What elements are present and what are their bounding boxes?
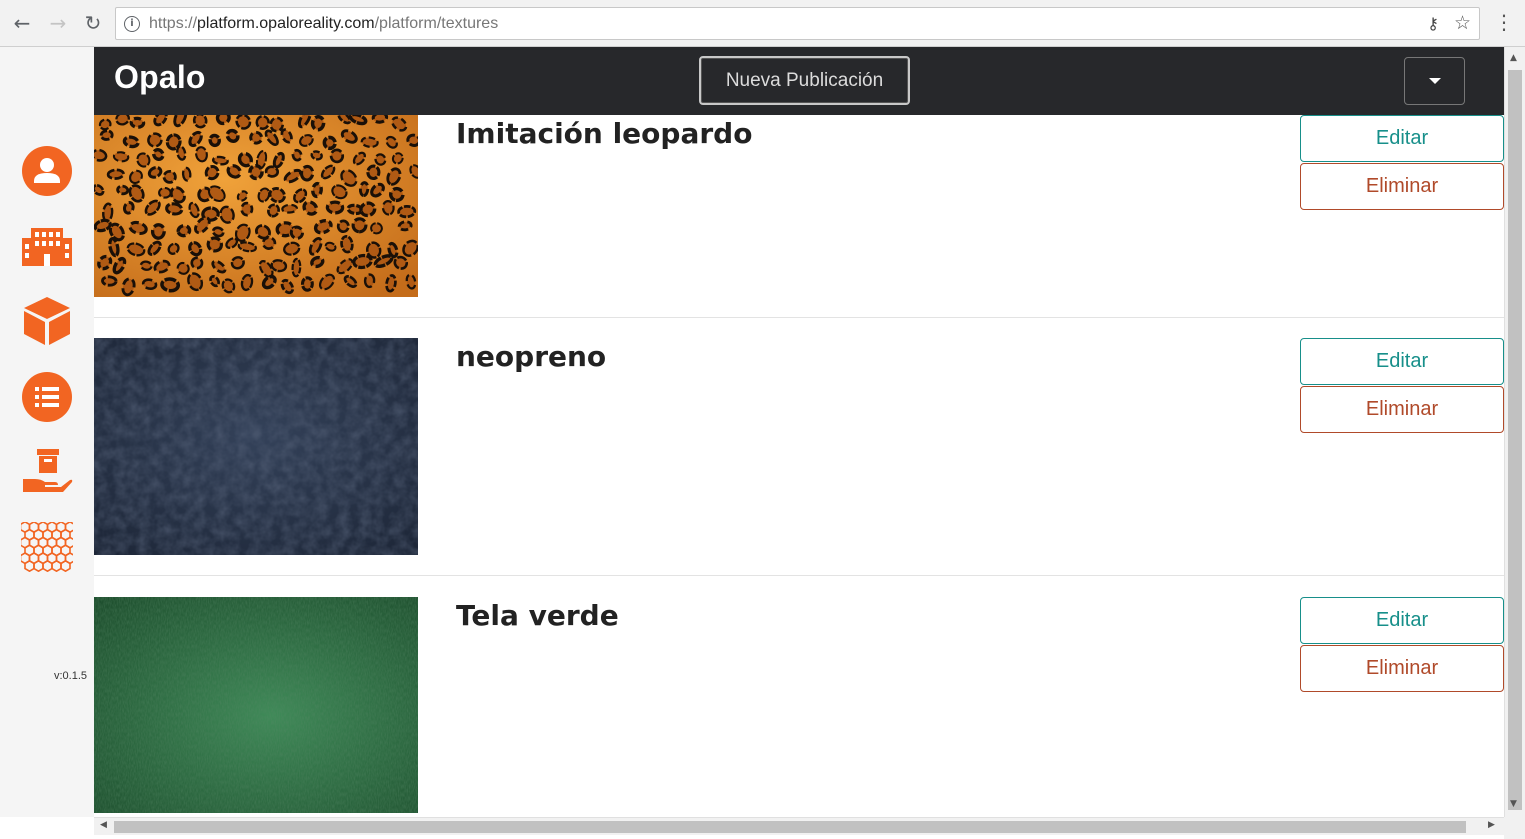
address-bar[interactable]: i https://platform.opaloreality.com/plat… (115, 7, 1480, 40)
cube-icon[interactable] (21, 295, 73, 347)
vertical-scrollbar[interactable]: ▲ ▼ (1504, 47, 1525, 817)
reload-button[interactable]: ↻ (81, 11, 105, 35)
sidebar-footer (0, 817, 94, 839)
hand-box-icon[interactable] (21, 445, 73, 497)
texture-title: Tela verde (456, 599, 619, 632)
user-icon[interactable] (21, 145, 73, 197)
scroll-right-arrow-icon[interactable]: ▶ (1488, 820, 1495, 830)
honeycomb-icon[interactable] (21, 521, 73, 573)
texture-title: neopreno (456, 340, 607, 373)
textures-list: Imitación leopardo Editar Eliminar neopr… (94, 115, 1504, 817)
sidebar: v:0.1.5 (0, 47, 94, 817)
scrollbar-corner (1504, 817, 1525, 839)
bookmark-star-icon[interactable]: ☆ (1454, 12, 1471, 34)
horizontal-scrollbar-thumb[interactable] (114, 821, 1466, 833)
password-key-icon[interactable]: ⚷ (1427, 14, 1439, 33)
horizontal-scrollbar[interactable]: ◀ ▶ (94, 817, 1504, 835)
url-text[interactable]: https://platform.opaloreality.com/platfo… (149, 15, 498, 33)
scroll-up-arrow-icon[interactable]: ▲ (1510, 53, 1517, 63)
forward-button[interactable]: → (46, 11, 70, 35)
texture-title: Imitación leopardo (456, 117, 753, 150)
list-icon[interactable] (21, 371, 73, 423)
back-button[interactable]: ← (10, 11, 34, 35)
delete-button[interactable]: Eliminar (1300, 645, 1504, 692)
navbar-dropdown-toggle[interactable] (1404, 57, 1465, 105)
browser-menu-icon[interactable]: ⋮ (1494, 12, 1514, 32)
new-publication-button[interactable]: Nueva Publicación (699, 56, 910, 105)
url-path: /platform/textures (374, 15, 499, 32)
texture-thumbnail-neoprene[interactable] (94, 338, 418, 555)
edit-button[interactable]: Editar (1300, 115, 1504, 162)
brand-logo[interactable]: Opalo (114, 59, 206, 96)
scroll-down-arrow-icon[interactable]: ▼ (1510, 799, 1517, 809)
browser-toolbar: ← → ↻ i https://platform.opaloreality.co… (0, 0, 1525, 47)
caret-down-icon (1428, 78, 1441, 84)
building-icon[interactable] (21, 219, 73, 271)
row-divider (94, 317, 1504, 318)
edit-button[interactable]: Editar (1300, 597, 1504, 644)
url-host: platform.opaloreality.com (197, 15, 375, 32)
url-prefix: https:// (149, 15, 198, 32)
texture-thumbnail-leopard[interactable] (94, 115, 423, 297)
vertical-scrollbar-thumb[interactable] (1508, 70, 1522, 810)
app-navbar: Opalo Nueva Publicación (94, 47, 1504, 115)
scroll-left-arrow-icon[interactable]: ◀ (100, 820, 107, 830)
site-info-icon[interactable]: i (124, 16, 140, 32)
edit-button[interactable]: Editar (1300, 338, 1504, 385)
version-label: v:0.1.5 (54, 670, 88, 682)
texture-thumbnail-green-fabric[interactable] (94, 597, 418, 813)
row-divider (94, 575, 1504, 576)
delete-button[interactable]: Eliminar (1300, 163, 1504, 210)
delete-button[interactable]: Eliminar (1300, 386, 1504, 433)
